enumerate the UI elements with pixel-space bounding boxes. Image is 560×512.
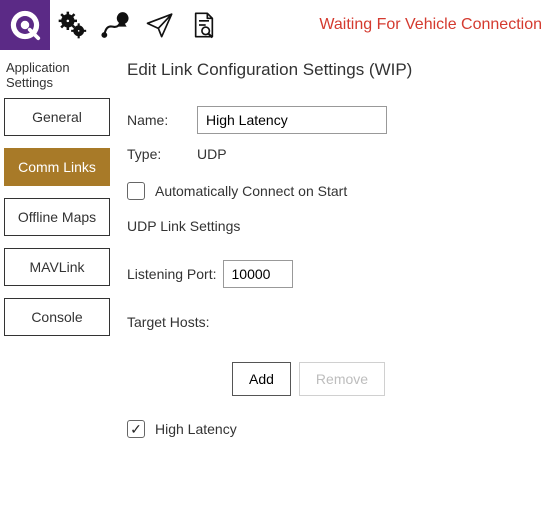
paper-plane-icon (145, 10, 175, 40)
sidebar-item-console[interactable]: Console (4, 298, 110, 336)
app-logo[interactable] (0, 0, 50, 50)
settings-button[interactable] (50, 0, 94, 50)
add-button[interactable]: Add (232, 362, 291, 396)
waypoint-button[interactable]: B (94, 0, 138, 50)
high-latency-label: High Latency (155, 421, 237, 437)
top-toolbar: B Waiting For Vehicle Connection (0, 0, 560, 50)
auto-connect-label: Automatically Connect on Start (155, 183, 347, 199)
type-label: Type: (127, 146, 197, 162)
page-title: Edit Link Configuration Settings (WIP) (127, 58, 546, 80)
listening-port-input[interactable] (223, 260, 293, 288)
sidebar-item-comm-links[interactable]: Comm Links (4, 148, 110, 186)
sidebar-item-offline-maps[interactable]: Offline Maps (4, 198, 110, 236)
settings-sidebar: Application Settings General Comm Links … (0, 50, 115, 512)
route-pin-icon: B (101, 10, 131, 40)
send-button[interactable] (138, 0, 182, 50)
auto-connect-checkbox[interactable] (127, 182, 145, 200)
analyze-button[interactable] (182, 0, 226, 50)
remove-button: Remove (299, 362, 385, 396)
high-latency-checkbox[interactable]: ✓ (127, 420, 145, 438)
name-input[interactable] (197, 106, 387, 134)
target-hosts-label: Target Hosts: (127, 314, 546, 330)
listening-port-label: Listening Port: (127, 266, 217, 282)
type-value: UDP (197, 146, 227, 162)
q-logo-icon (8, 8, 42, 42)
name-label: Name: (127, 112, 197, 128)
sidebar-item-mavlink[interactable]: MAVLink (4, 248, 110, 286)
sidebar-title: Application Settings (4, 54, 110, 98)
udp-section-label: UDP Link Settings (127, 218, 546, 234)
document-search-icon (189, 10, 219, 40)
main-panel: Edit Link Configuration Settings (WIP) N… (115, 50, 560, 512)
gears-icon (57, 10, 87, 40)
connection-status: Waiting For Vehicle Connection (319, 16, 542, 34)
sidebar-item-general[interactable]: General (4, 98, 110, 136)
